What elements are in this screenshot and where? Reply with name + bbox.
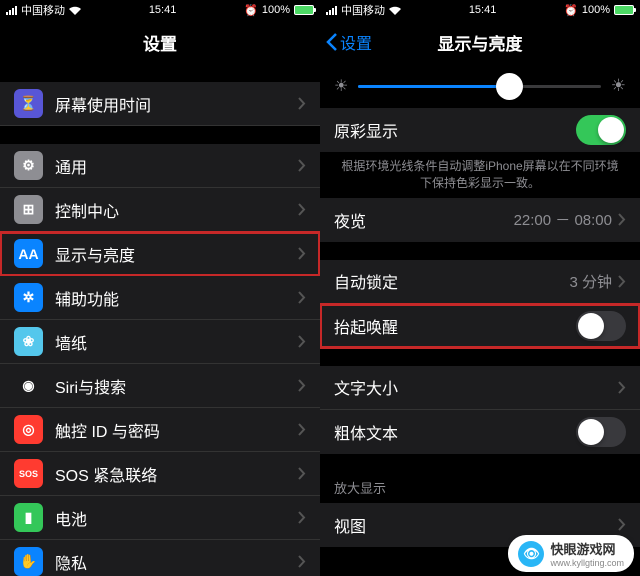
watermark-url: www.kyllgting.com: [550, 558, 624, 568]
row-label: Siri与搜索: [55, 374, 298, 398]
chevron-right-icon: [298, 97, 306, 110]
row-boldtext[interactable]: 粗体文本: [320, 410, 640, 454]
battery-pct: 100%: [582, 4, 610, 16]
watermark: 👁 快眼游戏网www.kyllgting.com: [508, 535, 634, 572]
row-autolock[interactable]: 自动锁定 3 分钟: [320, 260, 640, 304]
truetone-toggle[interactable]: [576, 115, 626, 145]
chevron-right-icon: [298, 379, 306, 392]
wifi-icon: [389, 6, 401, 15]
row-icon: ▮: [14, 503, 43, 532]
settings-row-9[interactable]: ▮ 电池: [0, 496, 320, 540]
chevron-right-icon: [298, 203, 306, 216]
sun-large-icon: ☀: [611, 76, 626, 96]
settings-row-8[interactable]: SOS SOS 紧急联络: [0, 452, 320, 496]
view-label: 视图: [334, 513, 618, 537]
chevron-right-icon: [618, 381, 626, 394]
battery-pct: 100%: [262, 4, 290, 16]
chevron-right-icon: [298, 159, 306, 172]
row-icon: AA: [14, 239, 43, 268]
alarm-icon: ⏰: [564, 4, 578, 17]
chevron-right-icon: [618, 213, 626, 226]
clock: 15:41: [149, 4, 177, 16]
row-textsize[interactable]: 文字大小: [320, 366, 640, 410]
row-nightshift[interactable]: 夜览 22:00 － 08:00: [320, 198, 640, 242]
settings-row-10[interactable]: ✋ 隐私: [0, 540, 320, 576]
row-label: 隐私: [55, 550, 298, 574]
settings-screen: 中国移动 15:41 ⏰ 100% 设置 ⏳ 屏幕使用时间 ⚙ 通用 ⊞ 控制中心 AA 显示与…: [0, 0, 320, 576]
page-title: 显示与亮度: [438, 30, 523, 55]
chevron-right-icon: [298, 511, 306, 524]
truetone-label: 原彩显示: [334, 118, 576, 142]
row-label: 触控 ID 与密码: [55, 418, 298, 442]
display-brightness-screen: 中国移动 15:41 ⏰ 100% 设置 显示与亮度 ☀ ☀ 原彩显示 根据环境光…: [320, 0, 640, 576]
autolock-label: 自动锁定: [334, 269, 569, 293]
row-icon: ❀: [14, 327, 43, 356]
raise-toggle[interactable]: [576, 311, 626, 341]
raise-label: 抬起唤醒: [334, 314, 576, 338]
nightshift-value: 22:00 － 08:00: [514, 209, 612, 230]
row-icon: ⚙: [14, 151, 43, 180]
page-title: 设置: [143, 30, 177, 55]
watermark-title: 快眼游戏网: [550, 539, 624, 558]
settings-row-6[interactable]: ◉ Siri与搜索: [0, 364, 320, 408]
row-label: 屏幕使用时间: [55, 92, 298, 116]
row-label: 通用: [55, 154, 298, 178]
settings-row-2[interactable]: ⊞ 控制中心: [0, 188, 320, 232]
chevron-right-icon: [298, 335, 306, 348]
bold-label: 粗体文本: [334, 420, 576, 444]
row-icon: ◉: [14, 371, 43, 400]
row-icon: ✲: [14, 283, 43, 312]
chevron-right-icon: [298, 467, 306, 480]
wifi-icon: [69, 6, 81, 15]
row-label: 控制中心: [55, 198, 298, 222]
zoom-header: 放大显示: [320, 472, 640, 503]
textsize-label: 文字大小: [334, 375, 618, 399]
settings-row-0[interactable]: ⏳ 屏幕使用时间: [0, 82, 320, 126]
carrier: 中国移动: [341, 2, 385, 18]
nightshift-label: 夜览: [334, 208, 514, 232]
row-label: 电池: [55, 506, 298, 530]
navbar: 设置 显示与亮度: [320, 20, 640, 64]
chevron-right-icon: [298, 247, 306, 260]
watermark-icon: 👁: [518, 541, 544, 567]
row-icon: ⏳: [14, 89, 43, 118]
brightness-slider[interactable]: ☀ ☀: [320, 64, 640, 108]
sun-small-icon: ☀: [334, 76, 348, 96]
row-label: 辅助功能: [55, 286, 298, 310]
row-label: 墙纸: [55, 330, 298, 354]
settings-row-4[interactable]: ✲ 辅助功能: [0, 276, 320, 320]
row-label: SOS 紧急联络: [55, 462, 298, 486]
chevron-right-icon: [298, 555, 306, 568]
alarm-icon: ⏰: [244, 4, 258, 17]
status-bar: 中国移动 15:41 ⏰ 100%: [0, 0, 320, 20]
back-label: 设置: [340, 30, 372, 54]
row-icon: ⊞: [14, 195, 43, 224]
row-icon: ◎: [14, 415, 43, 444]
battery-icon: [614, 5, 634, 15]
clock: 15:41: [469, 4, 497, 16]
autolock-value: 3 分钟: [569, 271, 612, 292]
signal-icon: [326, 6, 337, 15]
back-button[interactable]: 设置: [326, 30, 372, 54]
carrier: 中国移动: [21, 2, 65, 18]
chevron-right-icon: [618, 275, 626, 288]
row-icon: SOS: [14, 459, 43, 488]
chevron-right-icon: [298, 291, 306, 304]
status-bar: 中国移动 15:41 ⏰ 100%: [320, 0, 640, 20]
row-truetone[interactable]: 原彩显示: [320, 108, 640, 152]
settings-row-7[interactable]: ◎ 触控 ID 与密码: [0, 408, 320, 452]
row-raise-to-wake[interactable]: 抬起唤醒: [320, 304, 640, 348]
truetone-note: 根据环境光线条件自动调整iPhone屏幕以在不同环境下保持色彩显示一致。: [320, 152, 640, 198]
row-label: 显示与亮度: [55, 242, 298, 266]
chevron-right-icon: [618, 518, 626, 531]
settings-row-5[interactable]: ❀ 墙纸: [0, 320, 320, 364]
navbar: 设置: [0, 20, 320, 64]
settings-row-3[interactable]: AA 显示与亮度: [0, 232, 320, 276]
settings-row-1[interactable]: ⚙ 通用: [0, 144, 320, 188]
bold-toggle[interactable]: [576, 417, 626, 447]
row-icon: ✋: [14, 547, 43, 576]
chevron-right-icon: [298, 423, 306, 436]
battery-icon: [294, 5, 314, 15]
signal-icon: [6, 6, 17, 15]
